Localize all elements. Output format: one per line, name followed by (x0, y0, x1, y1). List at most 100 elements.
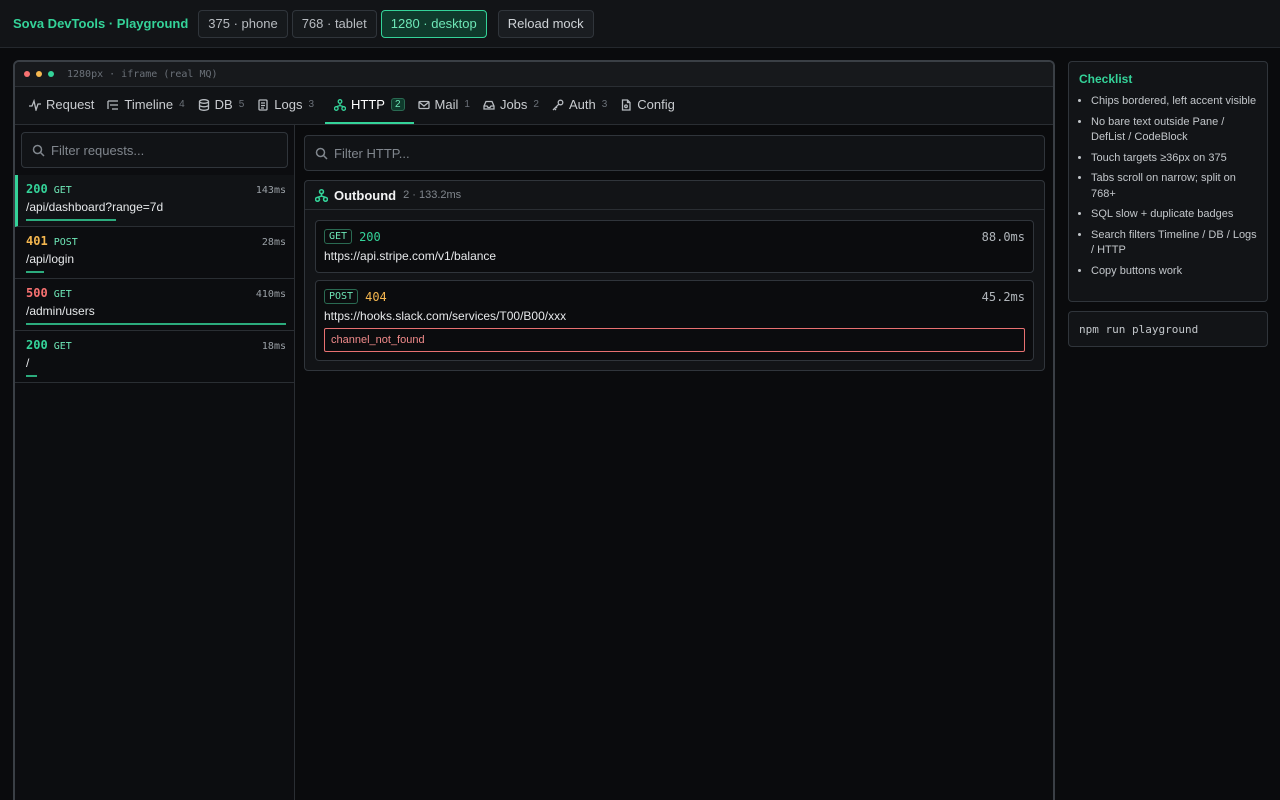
outbound-meta: 2 · 133.2ms (403, 189, 462, 201)
checklist-item: No bare text outside Pane / DefList / Co… (1091, 115, 1257, 146)
duration-bar (26, 375, 37, 377)
tab-mail[interactable]: Mail 1 (416, 87, 479, 124)
outbound-call[interactable]: GET 200 88.0ms https://api.stripe.com/v1… (315, 220, 1034, 273)
request-path: / (26, 356, 30, 370)
command-block: npm run playground (1068, 311, 1268, 347)
tab-count: 4 (179, 99, 185, 110)
tab-timeline[interactable]: Timeline 4 (105, 87, 193, 124)
tab-label: Logs (274, 97, 303, 112)
tab-count: 3 (308, 99, 315, 110)
tab-logs[interactable]: Logs 3 (255, 87, 323, 124)
tab-count: 1 (464, 99, 470, 110)
app-title: Sova DevTools · Playground (13, 16, 189, 31)
status-code: 401 (26, 234, 48, 248)
tab-label: Jobs (499, 97, 528, 112)
tab-label: HTTP (351, 97, 385, 112)
request-search-input[interactable] (51, 142, 271, 158)
method-chip: GET (324, 229, 353, 244)
outbound-pane: Outbound 2 · 133.2ms GET 200 88.0ms http… (304, 180, 1045, 371)
http-method: GET (53, 289, 72, 300)
viewport-phone-button[interactable]: 375 · phone (198, 9, 288, 38)
frame-label: 1280px · iframe (real MQ) (67, 68, 218, 80)
tab-db[interactable]: DB 5 (196, 87, 254, 124)
checklist-item: Tabs scroll on narrow; split on 768+ (1091, 171, 1257, 202)
duration: 410ms (255, 289, 286, 300)
http-method: GET (53, 185, 72, 196)
file-icon (622, 98, 631, 111)
tab-config[interactable]: Config (618, 87, 684, 124)
http-method: GET (53, 341, 72, 352)
network-icon (334, 98, 347, 111)
checklist-item: Chips bordered, left accent visible (1091, 94, 1257, 110)
tab-auth[interactable]: Auth 3 (550, 87, 616, 124)
main-content: 200 GET 143ms /api/dashboard?range=7d 40… (15, 125, 1053, 800)
outbound-title: Outbound (334, 187, 397, 203)
http-search-input[interactable] (334, 145, 1014, 161)
minimize-dot-icon (36, 71, 42, 77)
tab-count: 2 (533, 99, 539, 110)
http-search-field[interactable] (304, 135, 1045, 171)
tab-count: 5 (238, 99, 245, 110)
request-row[interactable]: 500 GET 410ms /admin/users (15, 279, 294, 331)
inbox-icon (483, 100, 495, 110)
tab-count: 3 (601, 99, 608, 110)
timeline-icon (107, 99, 119, 110)
call-url: https://hooks.slack.com/services/T00/B00… (324, 309, 567, 323)
tab-label: Request (46, 97, 95, 112)
search-icon (315, 147, 328, 160)
request-row[interactable]: 200 GET 143ms /api/dashboard?range=7d (15, 175, 294, 227)
search-icon (32, 144, 45, 157)
checklist-item: SQL slow + duplicate badges (1091, 207, 1257, 223)
viewport-tablet-button[interactable]: 768 · tablet (291, 9, 377, 38)
tab-label: Mail (434, 97, 459, 112)
request-row[interactable]: 401 POST 28ms /api/login (15, 227, 294, 279)
request-row[interactable]: 200 GET 18ms / (15, 331, 294, 383)
maximize-dot-icon (48, 71, 54, 77)
duration: 88.0ms (981, 229, 1025, 244)
duration-bar (26, 271, 44, 273)
request-search-field[interactable] (21, 132, 288, 168)
outbound-call[interactable]: POST 404 45.2ms https://hooks.slack.com/… (315, 280, 1034, 361)
mail-icon (417, 100, 430, 109)
duration: 45.2ms (981, 289, 1025, 304)
checklist-panel: Checklist Chips bordered, left accent vi… (1068, 61, 1268, 302)
http-panel: Outbound 2 · 133.2ms GET 200 88.0ms http… (295, 125, 1053, 800)
duration-bar (26, 323, 286, 325)
duration: 28ms (261, 237, 286, 248)
tab-jobs[interactable]: Jobs 2 (481, 87, 548, 124)
checklist-item: Search filters Timeline / DB / Logs / HT… (1091, 228, 1257, 259)
checklist-item: Copy buttons work (1091, 264, 1257, 280)
tab-bar: Request Timeline 4 DB 5 Logs 3 HTTP 2 Ma… (15, 87, 1053, 125)
request-path: /api/login (26, 252, 75, 266)
status-code: 500 (26, 286, 48, 300)
tab-count: 2 (390, 98, 405, 111)
network-icon (315, 188, 328, 202)
database-icon (198, 98, 209, 111)
reload-mock-button[interactable]: Reload mock (497, 9, 594, 38)
tab-http[interactable]: HTTP 2 (325, 87, 414, 124)
tab-label: Config (637, 97, 675, 112)
duration-bar (26, 219, 116, 221)
tab-label: DB (214, 97, 233, 112)
method-chip: POST (324, 289, 359, 304)
duration: 18ms (261, 341, 286, 352)
request-path: /api/dashboard?range=7d (26, 200, 164, 214)
call-url: https://api.stripe.com/v1/balance (324, 249, 497, 263)
scroll-icon (258, 98, 268, 111)
close-dot-icon (24, 71, 30, 77)
tab-request[interactable]: Request (27, 87, 103, 124)
status-code: 200 (359, 229, 381, 244)
checklist-list: Chips bordered, left accent visible No b… (1079, 94, 1257, 279)
viewport-desktop-button[interactable]: 1280 · desktop (380, 9, 487, 38)
status-code: 200 (26, 338, 48, 352)
http-method: POST (53, 237, 78, 248)
request-list-panel: 200 GET 143ms /api/dashboard?range=7d 40… (15, 125, 295, 800)
frame-titlebar: 1280px · iframe (real MQ) (15, 62, 1053, 87)
request-path: /admin/users (26, 304, 95, 318)
duration: 143ms (255, 185, 286, 196)
status-code: 200 (26, 182, 48, 196)
checklist-item: Touch targets ≥36px on 375 (1091, 151, 1257, 167)
error-message: channel_not_found (324, 328, 1025, 352)
pulse-icon (29, 98, 41, 111)
tab-label: Auth (568, 97, 596, 112)
